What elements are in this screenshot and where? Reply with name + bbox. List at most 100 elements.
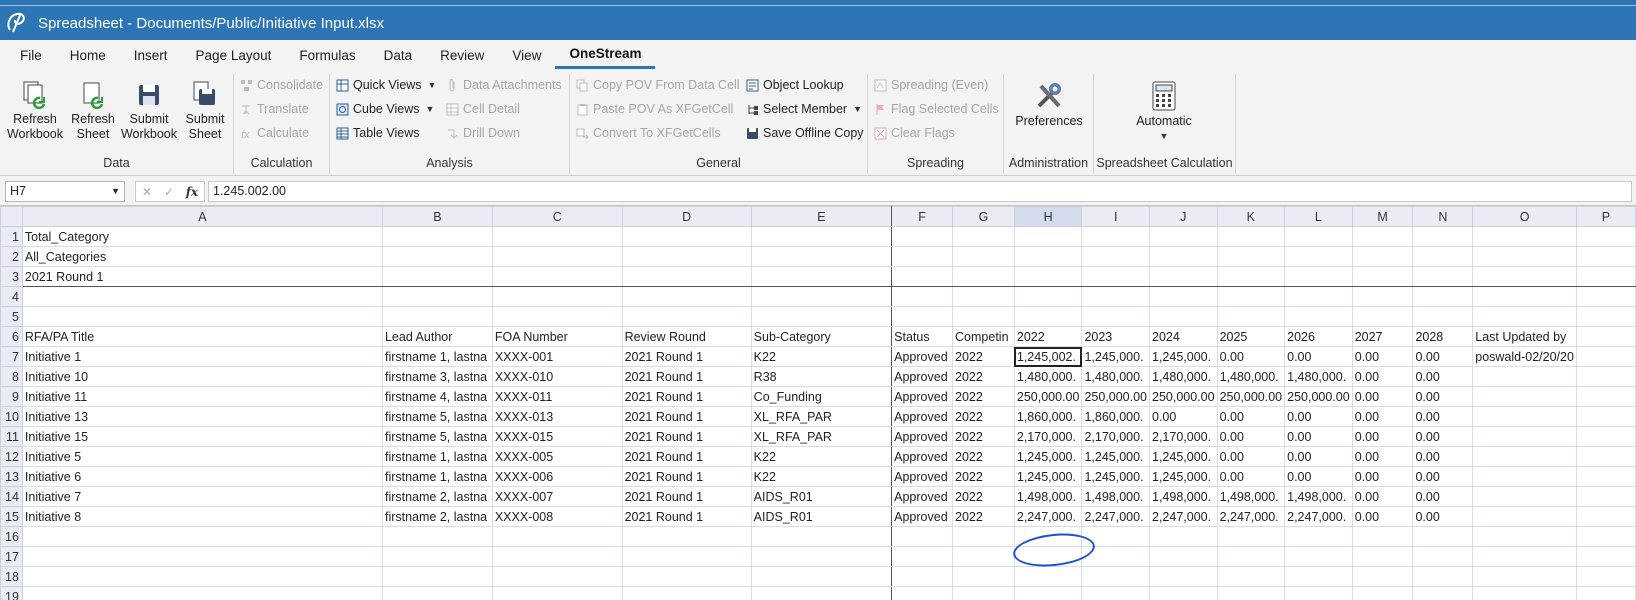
cell-e1[interactable] (750, 226, 893, 247)
cell-o6[interactable]: Last Updated by (1472, 326, 1577, 347)
cell-m3[interactable] (1351, 266, 1414, 287)
cell-h8[interactable]: 1,480,000. (1013, 366, 1083, 387)
cell-i16[interactable] (1081, 526, 1150, 547)
cell-b17[interactable] (381, 546, 493, 567)
cell-l18[interactable] (1284, 566, 1353, 587)
cell-c12[interactable]: XXXX-005 (491, 446, 623, 467)
row-header-3[interactable]: 3 (0, 266, 23, 287)
cell-a3[interactable]: 2021 Round 1 (21, 266, 383, 287)
cell-e2[interactable] (750, 246, 893, 267)
cell-g3[interactable] (952, 266, 1015, 287)
cell-n7[interactable]: 0.00 (1412, 346, 1474, 367)
cell-d5[interactable] (621, 306, 752, 327)
cell-m1[interactable] (1351, 226, 1414, 247)
row-header-2[interactable]: 2 (0, 246, 23, 267)
cell-i5[interactable] (1081, 306, 1150, 327)
submit-workbook-button[interactable]: Submit Workbook (118, 80, 180, 142)
cell-j15[interactable]: 2,247,000. (1149, 506, 1218, 527)
cell-d11[interactable]: 2021 Round 1 (621, 426, 752, 447)
cell-f4[interactable] (891, 286, 954, 307)
cell-l17[interactable] (1284, 546, 1353, 567)
menu-page-layout[interactable]: Page Layout (182, 40, 286, 70)
cell-a17[interactable] (21, 546, 383, 567)
cell-f5[interactable] (891, 306, 954, 327)
cell-a16[interactable] (21, 526, 383, 547)
consolidate-button[interactable]: Consolidate (240, 74, 323, 96)
cell-o9[interactable] (1472, 386, 1577, 407)
cell-k9[interactable]: 250,000.00 (1216, 386, 1286, 407)
cell-i10[interactable]: 1,860,000. (1081, 406, 1150, 427)
cell-h14[interactable]: 1,498,000. (1013, 486, 1083, 507)
cell-g12[interactable]: 2022 (952, 446, 1015, 467)
refresh-sheet-button[interactable]: Refresh Sheet (62, 80, 124, 142)
row-header-17[interactable]: 17 (0, 546, 23, 567)
cell-g4[interactable] (952, 286, 1015, 307)
cell-e18[interactable] (750, 566, 893, 587)
cell-n8[interactable]: 0.00 (1412, 366, 1474, 387)
cell-n19[interactable] (1412, 586, 1474, 600)
cell-h11[interactable]: 2,170,000. (1013, 426, 1083, 447)
cell-j10[interactable]: 0.00 (1149, 406, 1218, 427)
cell-p3[interactable] (1575, 266, 1636, 287)
cell-a2[interactable]: All_Categories (21, 246, 383, 267)
cell-l4[interactable] (1284, 286, 1353, 307)
row-header-6[interactable]: 6 (0, 326, 23, 347)
cell-b11[interactable]: firstname 5, lastna (381, 426, 493, 447)
cell-g2[interactable] (952, 246, 1015, 267)
cell-f9[interactable]: Approved (891, 386, 954, 407)
cell-n18[interactable] (1412, 566, 1474, 587)
cell-o8[interactable] (1472, 366, 1577, 387)
cell-n2[interactable] (1412, 246, 1474, 267)
cell-m2[interactable] (1351, 246, 1414, 267)
cell-j8[interactable]: 1,480,000. (1149, 366, 1218, 387)
cell-f16[interactable] (891, 526, 954, 547)
cell-h10[interactable]: 1,860,000. (1013, 406, 1083, 427)
row-header-19[interactable]: 19 (0, 586, 23, 600)
cell-i11[interactable]: 2,170,000. (1081, 426, 1150, 447)
cell-a8[interactable]: Initiative 10 (21, 366, 383, 387)
cell-b18[interactable] (381, 566, 493, 587)
cell-b13[interactable]: firstname 1, lastna (381, 466, 493, 487)
cell-o4[interactable] (1472, 286, 1577, 307)
cell-h17[interactable] (1013, 546, 1083, 567)
flag-selected-cells-button[interactable]: Flag Selected Cells (874, 98, 999, 120)
cell-c3[interactable] (491, 266, 623, 287)
cell-f19[interactable] (891, 586, 954, 600)
cell-k2[interactable] (1216, 246, 1286, 267)
cell-c7[interactable]: XXXX-001 (491, 346, 623, 367)
cell-l7[interactable]: 0.00 (1284, 346, 1353, 367)
quick-views-button[interactable]: Quick Views ▼ (336, 74, 436, 96)
cell-h1[interactable] (1013, 226, 1083, 247)
cell-m14[interactable]: 0.00 (1351, 486, 1414, 507)
cell-j5[interactable] (1149, 306, 1218, 327)
cell-d6[interactable]: Review Round (621, 326, 752, 347)
cell-k5[interactable] (1216, 306, 1286, 327)
cell-o19[interactable] (1472, 586, 1577, 600)
cell-o3[interactable] (1472, 266, 1577, 287)
cell-h16[interactable] (1013, 526, 1083, 547)
cell-i7[interactable]: 1,245,000. (1081, 346, 1150, 367)
cell-k19[interactable] (1216, 586, 1286, 600)
column-header-j[interactable]: J (1149, 206, 1218, 227)
row-header-7[interactable]: 7 (0, 346, 23, 367)
row-header-13[interactable]: 13 (0, 466, 23, 487)
menu-file[interactable]: File (6, 40, 56, 70)
cell-j7[interactable]: 1,245,000. (1149, 346, 1218, 367)
cell-f2[interactable] (891, 246, 954, 267)
cell-j13[interactable]: 1,245,000. (1149, 466, 1218, 487)
cell-o16[interactable] (1472, 526, 1577, 547)
data-attachments-button[interactable]: Data Attachments (446, 74, 562, 96)
cell-h5[interactable] (1013, 306, 1083, 327)
cell-d4[interactable] (621, 286, 752, 307)
cell-g19[interactable] (952, 586, 1015, 600)
cell-p13[interactable] (1575, 466, 1636, 487)
cell-k18[interactable] (1216, 566, 1286, 587)
table-views-button[interactable]: Table Views (336, 122, 419, 144)
cell-b9[interactable]: firstname 4, lastna (381, 386, 493, 407)
row-header-8[interactable]: 8 (0, 366, 23, 387)
cell-c1[interactable] (491, 226, 623, 247)
cell-n10[interactable]: 0.00 (1412, 406, 1474, 427)
cell-d13[interactable]: 2021 Round 1 (621, 466, 752, 487)
cell-a15[interactable]: Initiative 8 (21, 506, 383, 527)
cell-f17[interactable] (891, 546, 954, 567)
